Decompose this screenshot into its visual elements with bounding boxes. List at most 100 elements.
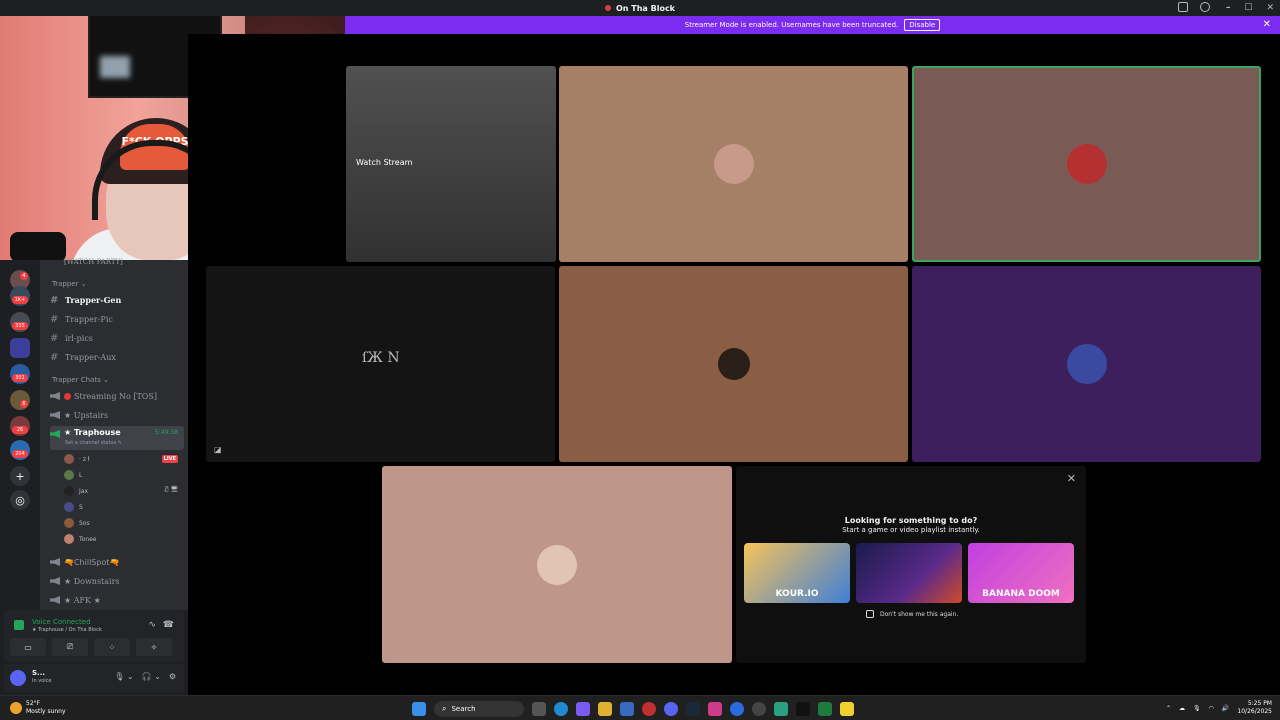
- help-icon[interactable]: [1200, 2, 1210, 12]
- voice-user[interactable]: Jax: [64, 484, 88, 498]
- sun-icon: [10, 702, 22, 714]
- close-button[interactable]: ✕: [1266, 3, 1274, 13]
- camera-button[interactable]: ▭: [10, 638, 46, 656]
- voice-channel-afk[interactable]: ★ AFK ★: [50, 592, 184, 608]
- store-icon[interactable]: [620, 702, 634, 716]
- network-icon[interactable]: ☁: [1179, 705, 1185, 712]
- explore-icon[interactable]: ◎: [10, 490, 30, 510]
- speaker-icon: [50, 558, 60, 566]
- voice-user[interactable]: L: [64, 468, 82, 482]
- minimize-button[interactable]: –: [1226, 3, 1231, 13]
- speaker-icon: [50, 411, 60, 419]
- checkbox[interactable]: [866, 610, 874, 618]
- close-icon[interactable]: ✕: [1067, 472, 1076, 485]
- steam-icon[interactable]: [686, 702, 700, 716]
- disable-streamer-mode-button[interactable]: Disable: [904, 19, 941, 31]
- activities-button[interactable]: ⁘: [94, 638, 130, 656]
- soundboard-icon: ✧: [150, 642, 158, 652]
- avatar: [64, 486, 74, 496]
- maximize-button[interactable]: ☐: [1244, 3, 1252, 13]
- channel-list: [WATCH PARTY] Trapper ⌄ # Trapper-Gen # Tr…: [40, 258, 188, 610]
- watch-party-channel[interactable]: [WATCH PARTY]: [64, 258, 123, 266]
- gear-icon[interactable]: ⚙: [169, 672, 176, 681]
- folder-icon[interactable]: [10, 338, 30, 358]
- voice-channel-downstairs[interactable]: ★ Downstairs: [50, 573, 184, 589]
- voice-channel-traphouse[interactable]: ★ Traphouse 5:49:38 Set a channel status…: [50, 426, 184, 450]
- channel-trapper-gen[interactable]: # Trapper-Gen: [50, 292, 184, 308]
- chrome-icon[interactable]: [642, 702, 656, 716]
- voice-user[interactable]: Tonee: [64, 532, 97, 546]
- instagram-icon[interactable]: [708, 702, 722, 716]
- file-explorer-icon[interactable]: [598, 702, 612, 716]
- channel-label: ★ Upstairs: [64, 410, 109, 420]
- noise-suppression-icon[interactable]: ∿: [148, 620, 156, 630]
- category-trapper[interactable]: Trapper ⌄: [52, 280, 87, 288]
- volume-icon[interactable]: 🔊: [1222, 705, 1229, 712]
- mic-tray-icon[interactable]: 🎙: [1193, 705, 1201, 712]
- windows-start-icon[interactable]: [412, 702, 426, 716]
- voice-channel-streaming[interactable]: Streaming No [TOS]: [50, 388, 184, 404]
- speaker-icon: [50, 392, 60, 400]
- app-icon[interactable]: [774, 702, 788, 716]
- discord-icon[interactable]: [664, 702, 678, 716]
- signal-icon[interactable]: [14, 620, 24, 630]
- channel-trapper-aux[interactable]: # Trapper-Aux: [50, 349, 184, 365]
- channel-trapper-pic[interactable]: # Trapper-Pic: [50, 311, 184, 327]
- voice-user[interactable]: Sos: [64, 516, 90, 530]
- mic-icon[interactable]: 🎙 ⌄: [114, 672, 133, 681]
- game-kour-io[interactable]: KOUR.IO: [744, 543, 850, 603]
- clock[interactable]: 5:25 PM 10/26/2025: [1237, 700, 1272, 716]
- add-server-icon[interactable]: +: [10, 466, 30, 486]
- excel-icon[interactable]: [818, 702, 832, 716]
- copilot-icon[interactable]: [576, 702, 590, 716]
- banner-close-icon[interactable]: ✕: [1263, 19, 1271, 30]
- weather-widget[interactable]: 52°F Mostly sunny: [10, 700, 66, 716]
- category-trapper-chats[interactable]: Trapper Chats ⌄: [52, 376, 109, 384]
- task-view-icon[interactable]: [532, 702, 546, 716]
- participant-tile[interactable]: ſЖ N ◪: [206, 266, 555, 462]
- screen-share-button[interactable]: ⎚: [52, 638, 88, 656]
- dont-show-again[interactable]: Don't show me this again.: [866, 610, 958, 618]
- sticky-notes-icon[interactable]: [840, 702, 854, 716]
- voice-user[interactable]: S: [64, 500, 83, 514]
- live-dot-icon: [604, 5, 611, 11]
- voice-channel-upstairs[interactable]: ★ Upstairs: [50, 407, 184, 423]
- avatar: [64, 502, 74, 512]
- speaker-icon: [50, 577, 60, 585]
- avatar[interactable]: [10, 670, 26, 686]
- participant-tile[interactable]: [382, 466, 732, 663]
- headphones-icon[interactable]: 🎧 ⌄: [142, 672, 161, 681]
- participant-tile-speaking[interactable]: [912, 66, 1261, 262]
- tiktok-icon[interactable]: [796, 702, 810, 716]
- messenger-icon[interactable]: [730, 702, 744, 716]
- game-tile[interactable]: [856, 543, 962, 603]
- avatar: [1066, 144, 1107, 184]
- voice-channel-chillspot[interactable]: 🔫ChillSpot🔫: [50, 554, 184, 570]
- stream-tile[interactable]: Watch Stream: [346, 66, 556, 262]
- server-badge: 4: [20, 272, 28, 280]
- participant-tile[interactable]: [559, 266, 908, 462]
- game-banana-doom[interactable]: BANANA DOOM: [968, 543, 1074, 603]
- inbox-icon[interactable]: [1178, 2, 1188, 12]
- clock-date: 10/26/2025: [1237, 708, 1272, 715]
- participant-tile[interactable]: [912, 266, 1261, 462]
- voice-location[interactable]: ★ Traphouse / On Tha Block: [32, 627, 102, 633]
- chevron-up-icon[interactable]: ⌃: [1166, 705, 1171, 712]
- window-title: On Tha Block: [615, 3, 675, 13]
- wifi-icon[interactable]: ◠: [1209, 705, 1214, 712]
- participant-tile[interactable]: [559, 66, 908, 262]
- watch-stream-label[interactable]: Watch Stream: [356, 158, 412, 167]
- channel-irl-pics[interactable]: # irl-pics: [50, 330, 184, 346]
- edge-icon[interactable]: [554, 702, 568, 716]
- voice-user[interactable]: · z ł: [64, 452, 90, 466]
- user-status: In voice: [32, 678, 52, 684]
- username: Sos: [79, 519, 90, 527]
- weather-temp: 52°F: [26, 700, 41, 707]
- soundboard-button[interactable]: ✧: [136, 638, 172, 656]
- disconnect-icon[interactable]: ☎: [163, 620, 174, 630]
- channel-status[interactable]: Set a channel status ✎: [65, 440, 122, 446]
- taskbar-search[interactable]: ⌕ Search: [434, 701, 524, 717]
- username: L: [79, 471, 83, 479]
- settings-icon[interactable]: [752, 702, 766, 716]
- server-icon[interactable]: [10, 390, 30, 410]
